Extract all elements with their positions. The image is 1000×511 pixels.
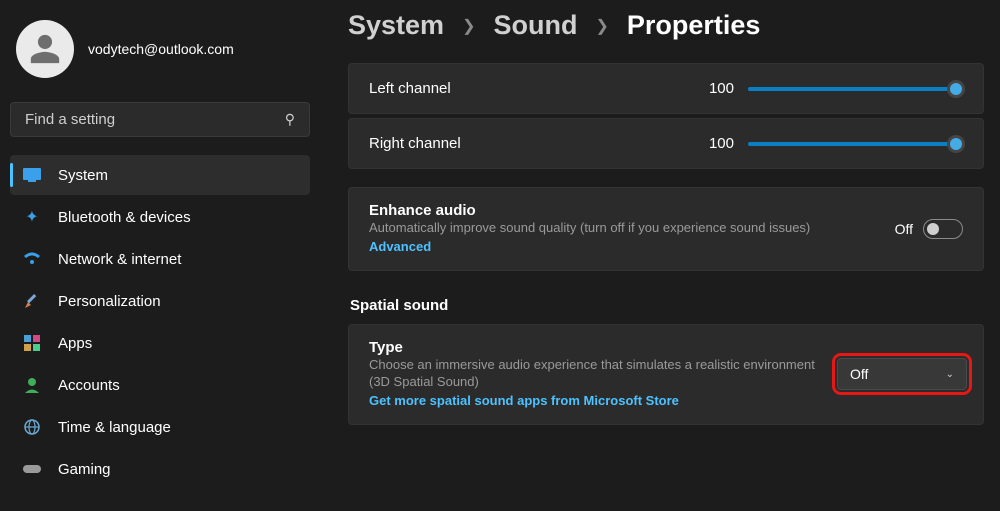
nav-label: Personalization <box>58 293 161 310</box>
nav-bluetooth[interactable]: ✦ Bluetooth & devices <box>10 197 310 237</box>
avatar <box>16 20 74 78</box>
search-box[interactable]: ⚲ <box>10 102 310 137</box>
gamepad-icon <box>22 459 42 479</box>
search-input[interactable] <box>25 111 285 128</box>
nav-personalization[interactable]: Personalization <box>10 281 310 321</box>
spatial-desc: Choose an immersive audio experience tha… <box>369 356 817 391</box>
globe-icon <box>22 417 42 437</box>
nav-label: Accounts <box>58 377 120 394</box>
nav-label: Network & internet <box>58 251 181 268</box>
nav-label: Gaming <box>58 461 111 478</box>
right-channel-slider[interactable] <box>748 142 963 146</box>
dropdown-value: Off <box>850 366 868 382</box>
main-panel: System ❯ Sound ❯ Properties Left channel… <box>320 0 1000 511</box>
left-channel-card: Left channel 100 <box>348 63 984 114</box>
nav-time-language[interactable]: Time & language <box>10 407 310 447</box>
nav-label: Time & language <box>58 419 171 436</box>
spatial-type-dropdown[interactable]: Off ⌄ <box>837 358 967 390</box>
nav-label: Bluetooth & devices <box>58 209 191 226</box>
chevron-down-icon: ⌄ <box>946 369 954 380</box>
nav-apps[interactable]: Apps <box>10 323 310 363</box>
apps-icon <box>22 333 42 353</box>
breadcrumb: System ❯ Sound ❯ Properties <box>348 10 984 63</box>
bluetooth-icon: ✦ <box>22 207 42 227</box>
enhance-audio-card: Enhance audio Automatically improve soun… <box>348 187 984 271</box>
user-icon <box>28 32 62 66</box>
right-channel-label: Right channel <box>369 135 461 152</box>
nav-gaming[interactable]: Gaming <box>10 449 310 489</box>
search-icon: ⚲ <box>285 111 295 128</box>
enhance-toggle-label: Off <box>895 221 913 237</box>
spatial-sound-heading: Spatial sound <box>350 297 984 314</box>
nav-label: Apps <box>58 335 92 352</box>
wifi-icon <box>22 249 42 269</box>
nav-system[interactable]: System <box>10 155 310 195</box>
breadcrumb-current: Properties <box>627 10 761 41</box>
brush-icon <box>22 291 42 311</box>
breadcrumb-system[interactable]: System <box>348 10 444 41</box>
nav-label: System <box>58 167 108 184</box>
slider-thumb[interactable] <box>947 135 965 153</box>
nav-network[interactable]: Network & internet <box>10 239 310 279</box>
enhance-toggle[interactable] <box>923 219 963 239</box>
enhance-title: Enhance audio <box>369 202 875 219</box>
toggle-knob <box>927 223 939 235</box>
spatial-title: Type <box>369 339 817 356</box>
nav-accounts[interactable]: Accounts <box>10 365 310 405</box>
slider-thumb[interactable] <box>947 80 965 98</box>
spatial-type-card: Type Choose an immersive audio experienc… <box>348 324 984 425</box>
user-account-row[interactable]: vodytech@outlook.com <box>10 10 310 96</box>
display-icon <box>22 165 42 185</box>
sidebar: vodytech@outlook.com ⚲ System ✦ Bluetoot… <box>0 0 320 511</box>
breadcrumb-sound[interactable]: Sound <box>493 10 577 41</box>
right-channel-value: 100 <box>709 135 734 152</box>
left-channel-value: 100 <box>709 80 734 97</box>
enhance-desc: Automatically improve sound quality (tur… <box>369 219 875 237</box>
accounts-icon <box>22 375 42 395</box>
chevron-right-icon: ❯ <box>595 16 608 36</box>
user-email: vodytech@outlook.com <box>88 41 234 57</box>
right-channel-card: Right channel 100 <box>348 118 984 169</box>
left-channel-label: Left channel <box>369 80 451 97</box>
chevron-right-icon: ❯ <box>462 16 475 36</box>
spatial-store-link[interactable]: Get more spatial sound apps from Microso… <box>369 393 679 408</box>
enhance-advanced-link[interactable]: Advanced <box>369 239 431 254</box>
left-channel-slider[interactable] <box>748 87 963 91</box>
nav-list: System ✦ Bluetooth & devices Network & i… <box>10 155 310 489</box>
